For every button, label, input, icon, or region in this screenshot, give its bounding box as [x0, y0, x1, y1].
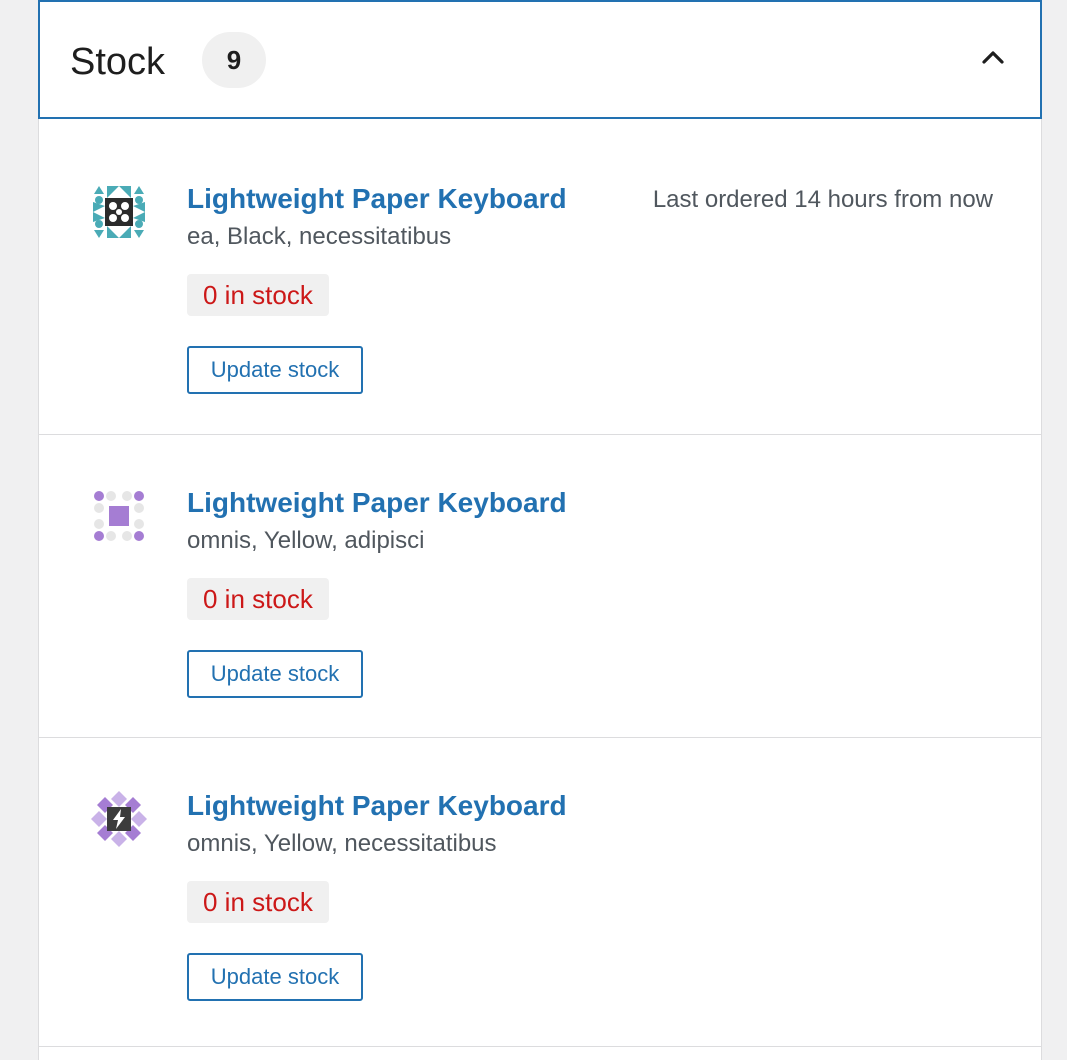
- chevron-up-icon[interactable]: [976, 40, 1010, 74]
- stock-list-item: Lightweight Paper Keyboard omnis, Yellow…: [38, 737, 1042, 1047]
- stock-list-item: Lightweight Paper Keyboard Last ordered …: [38, 130, 1042, 435]
- lavender-diamond-pattern-icon: [89, 789, 149, 849]
- stock-status-badge: 0 in stock: [187, 578, 329, 620]
- stock-list-item: Lightweight Paper Keyboard omnis, Yellow…: [38, 434, 1042, 738]
- panel-title: Stock: [70, 41, 166, 83]
- update-stock-button[interactable]: Update stock: [187, 650, 363, 698]
- product-name-link[interactable]: Lightweight Paper Keyboard: [187, 789, 567, 823]
- update-stock-button[interactable]: Update stock: [187, 346, 363, 394]
- product-name-link[interactable]: Lightweight Paper Keyboard: [187, 486, 567, 520]
- teal-quilt-pattern-icon: [89, 182, 149, 242]
- stock-panel-header[interactable]: Stock 9: [38, 0, 1042, 119]
- chevron-up-icon-glyph: [982, 51, 1004, 64]
- update-stock-button[interactable]: Update stock: [187, 953, 363, 1001]
- stock-status-badge: 0 in stock: [187, 274, 329, 316]
- last-ordered-text: Last ordered 14 hours from now: [652, 186, 993, 213]
- stock-status-badge: 0 in stock: [187, 881, 329, 923]
- product-attributes: omnis, Yellow, adipisci: [187, 527, 425, 554]
- product-attributes: omnis, Yellow, necessitatibus: [187, 830, 497, 857]
- product-name-link[interactable]: Lightweight Paper Keyboard: [187, 182, 567, 216]
- stock-count-badge: 9: [202, 32, 266, 88]
- purple-dot-pattern-icon: [89, 486, 149, 546]
- product-attributes: ea, Black, necessitatibus: [187, 223, 452, 250]
